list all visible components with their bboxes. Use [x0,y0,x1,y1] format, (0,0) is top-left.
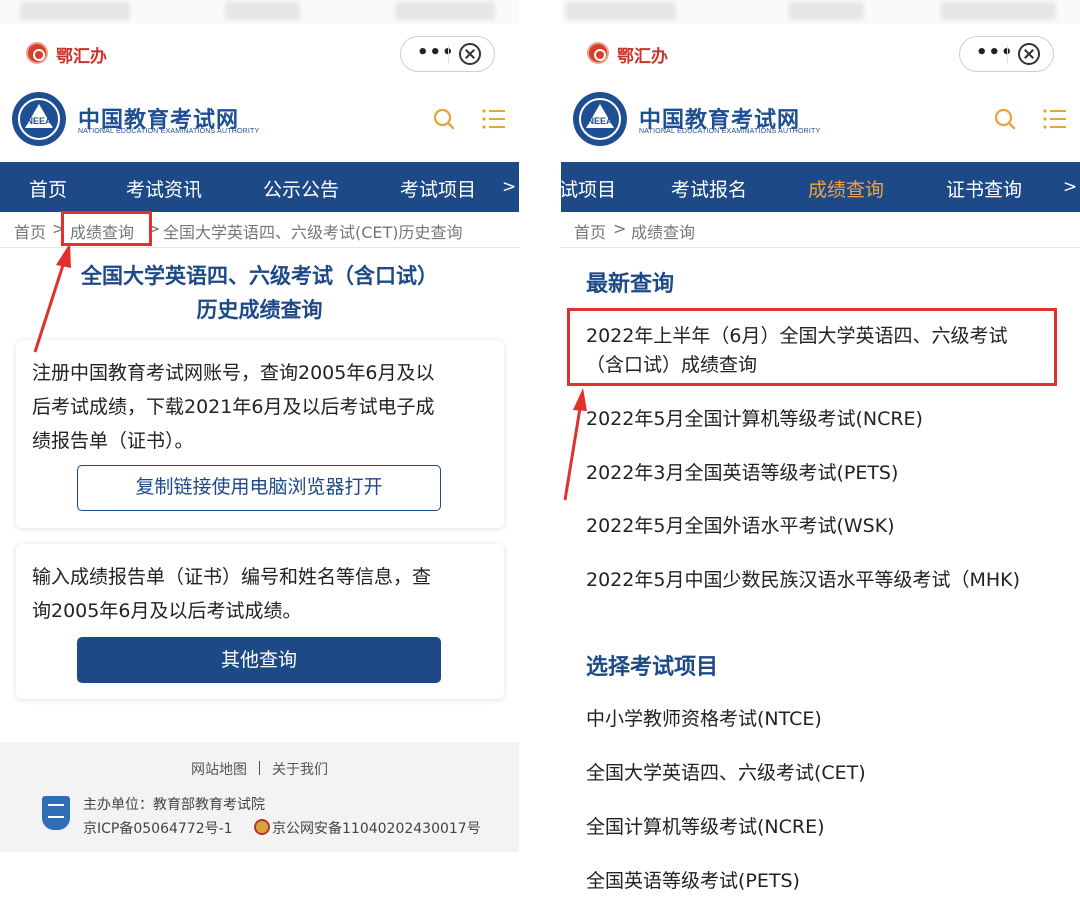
card-text-line: 注册中国教育考试网账号，查询2005年6月及以 [32,362,435,384]
breadcrumb-home[interactable]: 首页 [574,219,606,243]
nav-certificate-query[interactable]: 证书查询 [946,175,1022,202]
menu-icon[interactable] [1043,108,1067,130]
mini-program-capsule: ••• [959,36,1054,72]
breadcrumb-home[interactable]: 首页 [14,219,46,243]
right-screenshot: 鄂汇办 ••• NEEA 中国教育考试网 NATIONAL EDUCATION … [561,0,1080,922]
blurred-status-bar [0,0,519,24]
main-nav: 首页 考试资讯 公示公告 考试项目 > [0,162,519,212]
footer-about-link[interactable]: 关于我们 [272,762,328,778]
exam-project-item[interactable]: 全国大学英语四、六级考试(CET) [586,757,866,789]
nav-exam-news[interactable]: 考试资讯 [126,175,202,202]
annotation-highlight-box [61,211,152,246]
capsule-divider [1007,45,1008,63]
site-header: NEEA 中国教育考试网 NATIONAL EDUCATION EXAMINAT… [561,82,1080,162]
menu-icon[interactable] [482,108,506,130]
nav-exam-registration[interactable]: 考试报名 [671,175,747,202]
capsule-divider [448,45,449,63]
nav-scroll-arrow[interactable]: > [502,177,516,197]
footer-links: 网站地图 关于我们 [0,759,519,779]
copy-link-button[interactable]: 复制链接使用电脑浏览器打开 [77,465,441,511]
nav-exam-projects[interactable]: 考试项目 [400,175,476,202]
exam-project-item[interactable]: 中小学教师资格考试(NTCE) [586,703,822,735]
police-badge-icon [254,819,270,835]
neea-logo-icon[interactable]: NEEA [12,92,66,146]
exam-project-item[interactable]: 全国英语等级考试(PETS) [586,865,800,897]
latest-query-item[interactable]: 2022年5月全国外语水平考试(WSK) [586,510,895,542]
breadcrumb-separator: > [613,219,627,238]
footer-host-unit: 主办单位：教育部教育考试院 [83,797,265,813]
site-subtitle: NATIONAL EDUCATION EXAMINATIONS AUTHORIT… [639,128,821,135]
close-circle-icon[interactable] [459,43,481,65]
other-query-card: 输入成绩报告单（证书）编号和姓名等信息，查 询2005年6月及以后考试成绩。 其… [16,544,504,699]
left-screenshot: 鄂汇办 ••• NEEA 中国教育考试网 NATIONAL EDUCATION … [0,0,519,922]
search-icon[interactable] [433,108,455,130]
exam-project-item[interactable]: 全国计算机等级考试(NCRE) [586,811,825,843]
register-query-card: 注册中国教育考试网账号，查询2005年6月及以 后考试成绩，下载2021年6月及… [16,340,504,528]
nav-scroll-arrow[interactable]: > [1063,177,1077,197]
app-name: 鄂汇办 [617,47,668,67]
app-logo-icon [26,42,48,64]
latest-query-item[interactable]: 2022年5月全国计算机等级考试(NCRE) [586,403,923,435]
gov-badge-icon [42,796,70,830]
card-text-line: 输入成绩报告单（证书）编号和姓名等信息，查 [32,566,432,588]
close-circle-icon[interactable] [1018,43,1040,65]
site-header: NEEA 中国教育考试网 NATIONAL EDUCATION EXAMINAT… [0,82,519,162]
search-icon[interactable] [994,108,1016,130]
annotation-highlight-box [567,308,1057,386]
breadcrumb-current-page: 全国大学英语四、六级考试(CET)历史查询 [163,223,463,242]
footer-sitemap-link[interactable]: 网站地图 [191,762,247,778]
mini-program-capsule: ••• [400,36,495,72]
latest-query-item[interactable]: 2022年3月全国英语等级考试(PETS) [586,457,898,489]
select-exam-title: 选择考试项目 [586,655,719,680]
other-query-button[interactable]: 其他查询 [77,637,441,683]
breadcrumb: 首页 > 成绩查询 [561,212,1080,248]
latest-query-item[interactable]: 2022年5月中国少数民族汉语水平等级考试（MHK) [586,564,1020,596]
nav-announcements[interactable]: 公示公告 [263,175,339,202]
footer-divider [259,761,260,775]
nav-score-query[interactable]: 成绩查询 [808,175,884,202]
site-subtitle: NATIONAL EDUCATION EXAMINATIONS AUTHORIT… [78,128,260,135]
neea-logo-icon[interactable]: NEEA [573,92,627,146]
site-footer: 网站地图 关于我们 主办单位：教育部教育考试院 京ICP备05064772号-1 … [0,742,519,852]
page-heading-line1: 全国大学英语四、六级考试（含口试） [81,264,438,288]
main-nav: 试项目 考试报名 成绩查询 证书查询 > [561,162,1080,212]
mini-program-title-bar: 鄂汇办 ••• [561,24,1080,82]
mini-program-title-bar: 鄂汇办 ••• [0,24,519,82]
latest-queries-title: 最新查询 [586,272,675,297]
page-heading-line2: 历史成绩查询 [196,298,323,322]
blurred-status-bar [561,0,1080,24]
nav-home[interactable]: 首页 [29,175,67,202]
app-logo-icon [587,42,609,64]
card-text-line: 询2005年6月及以后考试成绩。 [32,600,302,622]
breadcrumb-current: 成绩查询 [631,223,696,242]
card-text-line: 绩报告单（证书）。 [32,430,194,452]
nav-exam-projects[interactable]: 试项目 [561,175,616,202]
footer-police-record[interactable]: 京公网安备11040202430017号 [272,818,481,838]
card-text-line: 后考试成绩，下载2021年6月及以后考试电子成 [32,396,435,418]
footer-icp[interactable]: 京ICP备05064772号-1 [83,818,233,838]
app-name: 鄂汇办 [56,47,107,67]
